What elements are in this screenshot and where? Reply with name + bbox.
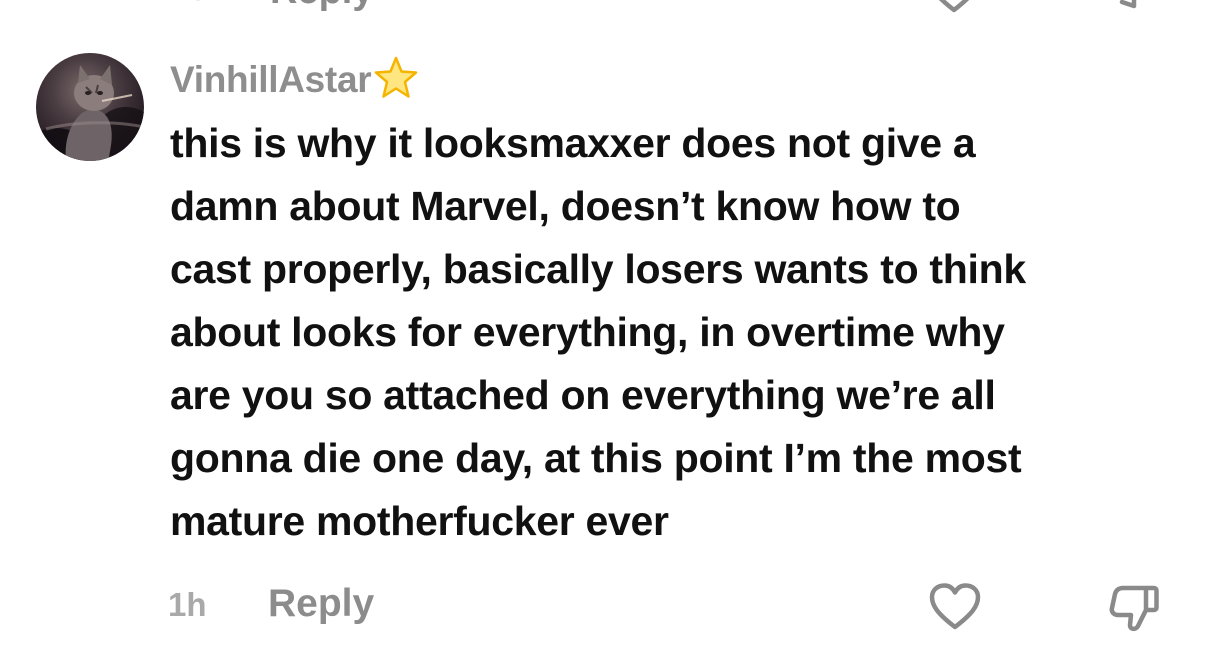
previous-comment-footer: 15h Reply (0, 0, 1206, 14)
thumbs-down-icon[interactable] (1108, 582, 1160, 634)
star-icon (375, 56, 418, 98)
avatar-cat-image (36, 65, 144, 161)
reply-button[interactable]: Reply (268, 582, 374, 626)
heart-icon[interactable] (928, 582, 982, 632)
previous-heart-icon[interactable] (926, 0, 982, 14)
previous-thumbs-down-icon[interactable] (1108, 0, 1158, 12)
avatar[interactable] (36, 53, 144, 161)
comment-time: 1h (168, 586, 207, 623)
previous-reply-button[interactable]: Reply (270, 0, 373, 13)
comment-footer: 1h Reply (0, 576, 1206, 636)
username[interactable]: VinhillAstar (170, 59, 372, 101)
previous-comment-time: 15h (170, 0, 229, 9)
comment-text: this is why it looksmaxxer does not give… (170, 120, 1026, 544)
comment-author[interactable]: VinhillAstar (170, 55, 419, 105)
